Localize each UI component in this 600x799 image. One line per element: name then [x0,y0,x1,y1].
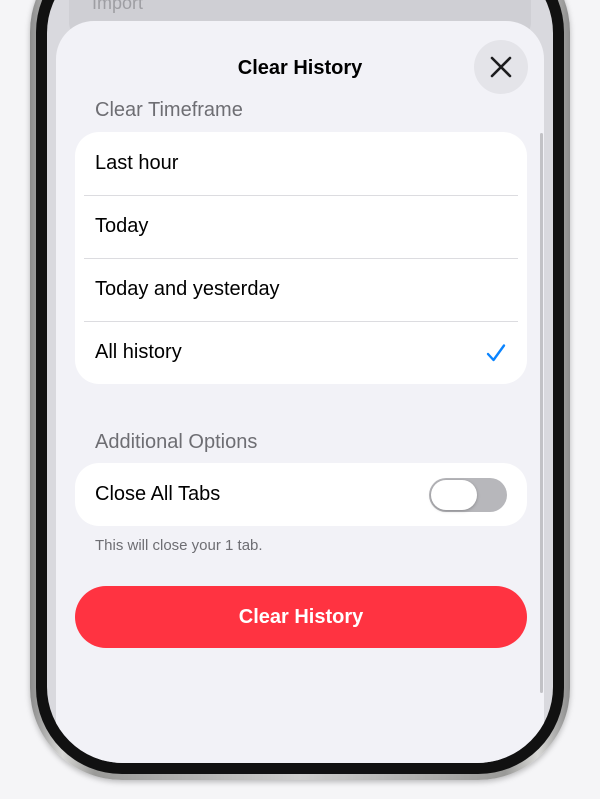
checkmark-icon [486,343,506,361]
close-all-tabs-label: Close All Tabs [95,483,221,505]
timeframe-option-today[interactable]: Today [75,195,527,258]
additional-options-list: Close All Tabs [75,463,527,526]
close-tabs-footnote: This will close your 1 tab. [95,537,263,554]
timeframe-option-label: Today and yesterday [95,278,280,300]
phone-screen: Import Clear History Clear Timeframe Las… [47,0,553,763]
toggle-knob [431,479,477,510]
timeframe-section-header: Clear Timeframe [95,99,243,121]
clear-history-sheet: Clear History Clear Timeframe Last hour … [56,21,544,763]
close-icon [490,56,512,78]
close-button[interactable] [474,40,528,94]
timeframe-option-today-and-yesterday[interactable]: Today and yesterday [75,258,527,321]
timeframe-option-label: Last hour [95,152,179,174]
timeframe-options-list: Last hour Today Today and yesterday All … [75,132,527,384]
timeframe-option-label: Today [95,215,149,237]
screenshot: Import Clear History Clear Timeframe Las… [0,0,600,799]
timeframe-option-all-history[interactable]: All history [75,321,527,384]
timeframe-option-last-hour[interactable]: Last hour [75,132,527,195]
close-all-tabs-row: Close All Tabs [75,463,527,526]
close-all-tabs-toggle[interactable] [429,477,507,512]
sheet-title: Clear History [237,57,363,79]
additional-options-section-header: Additional Options [95,431,258,453]
timeframe-option-label: All history [95,341,182,363]
clear-history-button[interactable]: Clear History [75,586,527,648]
scroll-indicator[interactable] [540,133,543,693]
background-row-label: Import [92,0,144,13]
